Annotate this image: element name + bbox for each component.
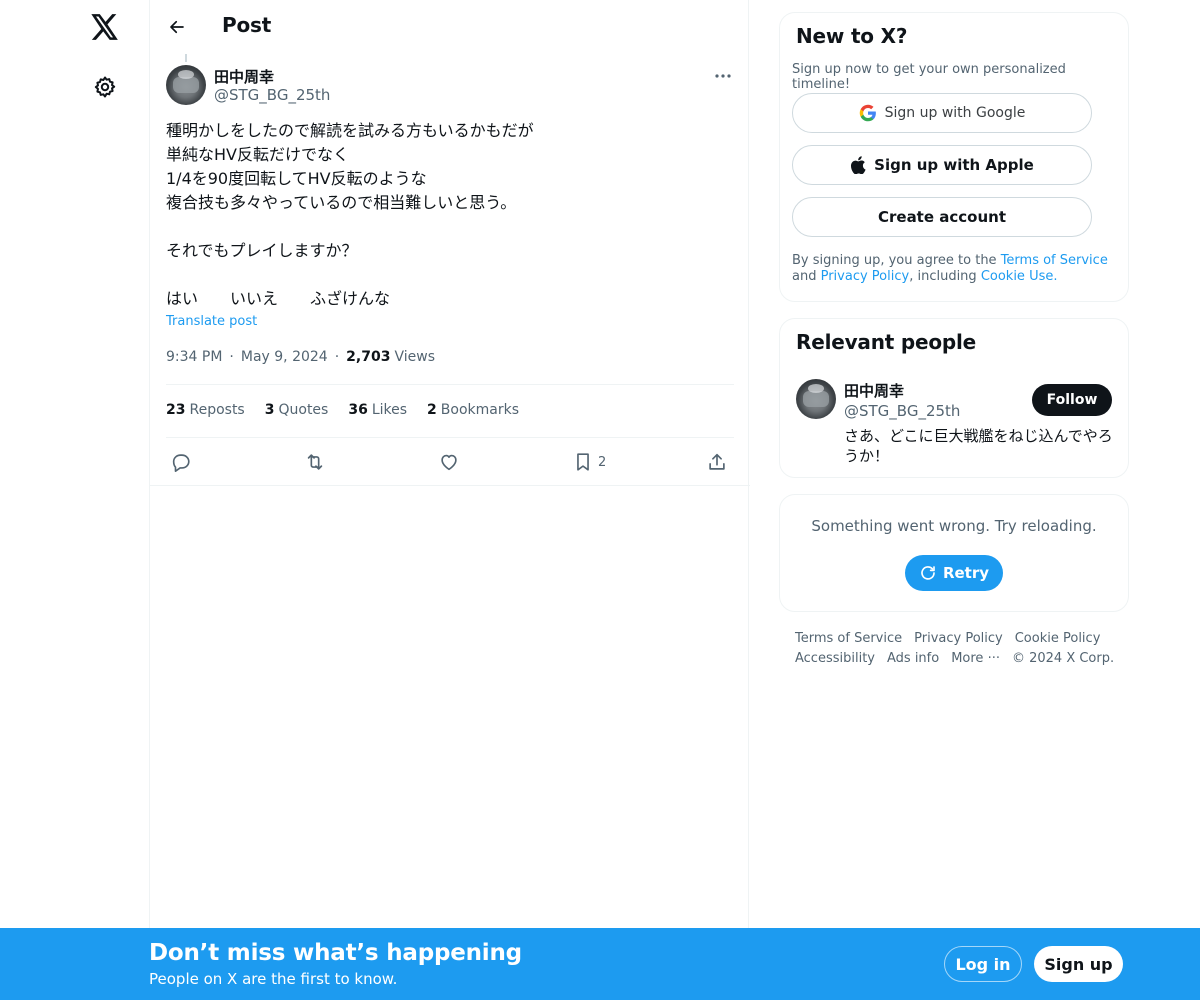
banner-subtitle: People on X are the first to know. bbox=[149, 970, 398, 988]
error-card: Something went wrong. Try reloading. Ret… bbox=[779, 494, 1129, 612]
quotes-stat[interactable]: 3 Quotes bbox=[265, 402, 329, 418]
post-date[interactable]: May 9, 2024 bbox=[241, 349, 328, 365]
footer-privacy-link[interactable]: Privacy Policy bbox=[914, 631, 1003, 646]
relevant-person-bio: さあ、どこに巨大戦艦をねじ込んでやろうか！ bbox=[844, 427, 1113, 465]
reposts-stat[interactable]: 23 Reposts bbox=[166, 402, 245, 418]
page-title: Post bbox=[222, 13, 272, 37]
google-icon bbox=[859, 104, 877, 122]
author-name[interactable]: 田中周幸 bbox=[214, 66, 274, 87]
post-time[interactable]: 9:34 PM bbox=[166, 349, 222, 365]
bookmark-icon bbox=[577, 453, 589, 471]
refresh-icon bbox=[921, 566, 935, 580]
cookie-use-link[interactable]: Cookie Use. bbox=[981, 269, 1058, 284]
likes-stat[interactable]: 36 Likes bbox=[348, 402, 407, 418]
footer-terms-link[interactable]: Terms of Service bbox=[795, 631, 902, 646]
settings-gear-icon[interactable] bbox=[89, 71, 121, 103]
divider bbox=[150, 485, 750, 486]
log-in-button[interactable]: Log in bbox=[944, 946, 1022, 982]
footer-copyright: © 2024 X Corp. bbox=[1011, 651, 1115, 666]
separator-dot: · bbox=[229, 349, 234, 365]
banner-title: Don’t miss what’s happening bbox=[149, 940, 522, 966]
post-actions: 2 bbox=[166, 447, 736, 477]
relevant-person-avatar[interactable] bbox=[796, 379, 836, 419]
bookmarks-stat[interactable]: 2 Bookmarks bbox=[427, 402, 519, 418]
footer-cookie-link[interactable]: Cookie Policy bbox=[1015, 631, 1101, 646]
follow-button[interactable]: Follow bbox=[1032, 384, 1112, 416]
more-options-icon[interactable] bbox=[710, 63, 736, 89]
back-arrow-icon[interactable] bbox=[162, 12, 192, 42]
views-count: 2,703 bbox=[346, 349, 391, 365]
sign-up-google-button[interactable]: Sign up with Google bbox=[792, 93, 1092, 133]
relevant-person-name[interactable]: 田中周幸 bbox=[844, 380, 904, 401]
divider bbox=[166, 384, 734, 385]
post-text: 種明かしをしたので解読を試みる方もいるかもだが 単純なHV反転だけでなく 1/4… bbox=[166, 121, 534, 308]
main-column: Post 田中周幸 @STG_BG_25th 種明かしをしたので解読を試みる方も… bbox=[149, 0, 750, 1000]
divider bbox=[166, 437, 734, 438]
like-heart-icon[interactable] bbox=[438, 447, 460, 477]
signup-card-title: New to X? bbox=[796, 24, 908, 48]
x-logo-icon[interactable] bbox=[89, 10, 121, 44]
post-meta: 9:34 PM · May 9, 2024 · 2,703 Views bbox=[166, 349, 435, 365]
sign-up-button[interactable]: Sign up bbox=[1034, 946, 1123, 982]
signup-banner: Don’t miss what’s happening People on X … bbox=[0, 928, 1200, 1000]
footer-links: Terms of Service Privacy Policy Cookie Pol… bbox=[795, 629, 1125, 669]
terms-of-service-link[interactable]: Terms of Service bbox=[1001, 253, 1108, 268]
thread-line bbox=[185, 54, 187, 62]
separator-dot: · bbox=[334, 349, 340, 365]
views-label: Views bbox=[394, 349, 435, 365]
sign-up-apple-label: Sign up with Apple bbox=[874, 156, 1034, 174]
sign-up-google-label: Sign up with Google bbox=[884, 105, 1026, 121]
footer-accessibility-link[interactable]: Accessibility bbox=[795, 651, 875, 666]
author-avatar[interactable] bbox=[166, 65, 206, 105]
author-handle[interactable]: @STG_BG_25th bbox=[214, 86, 330, 104]
signup-card-subtitle: Sign up now to get your own personalized… bbox=[792, 62, 1066, 92]
relevant-people-title: Relevant people bbox=[796, 330, 977, 354]
bookmark-button[interactable]: 2 bbox=[572, 447, 606, 477]
footer-more-link[interactable]: More ··· bbox=[951, 651, 1000, 666]
translate-post-link[interactable]: Translate post bbox=[166, 314, 257, 329]
signup-legal-text: By signing up, you agree to the Terms of… bbox=[792, 253, 1108, 284]
retry-button[interactable]: Retry bbox=[905, 555, 1003, 591]
create-account-button[interactable]: Create account bbox=[792, 197, 1092, 237]
share-icon[interactable] bbox=[706, 447, 728, 477]
sign-up-apple-button[interactable]: Sign up with Apple bbox=[792, 145, 1092, 185]
relevant-people-card: Relevant people 田中周幸 @STG_BG_25th Follow… bbox=[779, 318, 1129, 478]
apple-icon bbox=[850, 156, 866, 174]
post-stats: 23 Reposts 3 Quotes 36 Likes 2 Bookmarks bbox=[166, 402, 539, 418]
bookmark-count: 2 bbox=[598, 454, 607, 470]
post-header: Post bbox=[150, 0, 750, 54]
privacy-policy-link[interactable]: Privacy Policy bbox=[821, 269, 910, 284]
relevant-person-handle[interactable]: @STG_BG_25th bbox=[844, 402, 960, 420]
error-message: Something went wrong. Try reloading. bbox=[811, 517, 1097, 535]
left-nav bbox=[0, 0, 150, 1000]
reply-icon[interactable] bbox=[170, 447, 192, 477]
signup-card: New to X? Sign up now to get your own pe… bbox=[779, 12, 1129, 302]
repost-icon[interactable] bbox=[304, 447, 326, 477]
footer-ads-info-link[interactable]: Ads info bbox=[887, 651, 939, 666]
retry-label: Retry bbox=[942, 564, 990, 582]
